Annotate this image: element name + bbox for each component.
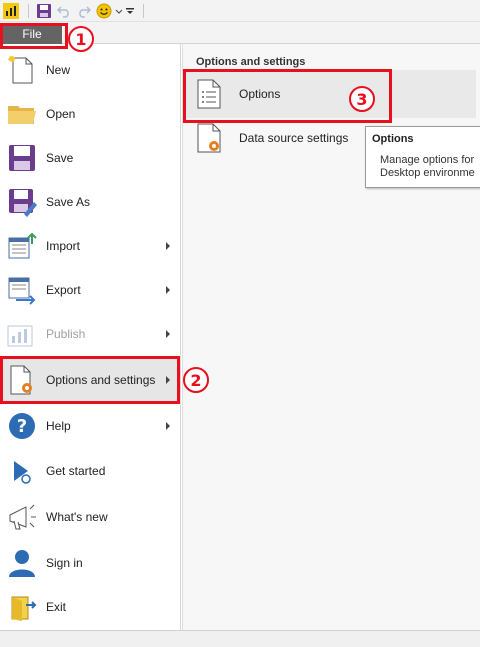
- menu-label-import: Import: [46, 239, 81, 253]
- submenu-arrow-icon: [166, 422, 170, 430]
- save-icon[interactable]: [35, 2, 53, 20]
- submenu-arrow-icon: [166, 330, 170, 338]
- menu-label-export: Export: [46, 283, 81, 297]
- menu-label-save: Save: [46, 151, 74, 165]
- undo-icon[interactable]: [55, 2, 73, 20]
- options-tooltip: Options Manage options for Desktop envir…: [365, 126, 480, 188]
- data-source-settings-icon: [197, 123, 221, 153]
- save-as-icon: [9, 189, 37, 217]
- panel-heading: Options and settings: [196, 56, 306, 68]
- annotation-box-options-and-settings: [0, 356, 180, 404]
- menu-item-new[interactable]: New: [0, 48, 180, 92]
- status-bar: [0, 630, 480, 647]
- menu-item-export[interactable]: Export: [0, 268, 180, 312]
- user-icon: [9, 550, 35, 577]
- menu-item-whats-new[interactable]: What's new: [0, 495, 180, 539]
- annotation-step-3: 3: [349, 86, 375, 112]
- menu-item-get-started[interactable]: Get started: [0, 449, 180, 493]
- redo-icon[interactable]: [75, 2, 93, 20]
- tooltip-title: Options: [372, 133, 414, 145]
- menu-label-exit: Exit: [46, 600, 67, 614]
- svg-text:?: ?: [17, 416, 27, 437]
- menu-label-save-as: Save As: [46, 195, 91, 209]
- menu-item-help[interactable]: ? Help: [0, 404, 180, 448]
- tooltip-line-1: Manage options for: [380, 154, 475, 166]
- megaphone-icon: [9, 504, 36, 530]
- menu-label-sign-in: Sign in: [46, 556, 83, 570]
- menu-label-open: Open: [46, 107, 76, 121]
- annotation-box-file: [0, 23, 68, 49]
- menu-item-import[interactable]: Import: [0, 224, 180, 268]
- tooltip-line-2: Desktop environme: [380, 167, 475, 179]
- get-started-icon: [14, 461, 31, 484]
- menu-item-publish[interactable]: Publish: [0, 312, 180, 356]
- quick-access-toolbar: [0, 0, 480, 22]
- help-icon: ?: [9, 413, 35, 439]
- annotation-step-1: 1: [68, 26, 94, 52]
- import-icon: [8, 232, 37, 259]
- menu-label-help: Help: [46, 419, 71, 433]
- publish-icon: [7, 325, 33, 347]
- menu-item-save-as[interactable]: Save As: [0, 180, 180, 224]
- menu-label-publish: Publish: [46, 327, 86, 341]
- exit-icon: [11, 596, 37, 621]
- toolbar-separator: [28, 3, 29, 18]
- file-menu: New Open Save Save As Import Export Publ…: [0, 44, 181, 630]
- submenu-arrow-icon: [166, 242, 170, 250]
- customize-dropdown-icon[interactable]: [125, 2, 135, 20]
- menu-label-whats-new: What's new: [46, 510, 108, 524]
- panel-label-data-source-settings: Data source settings: [239, 131, 349, 145]
- menu-item-open[interactable]: Open: [0, 92, 180, 136]
- smiley-icon[interactable]: [95, 2, 113, 20]
- power-bi-icon: [2, 2, 20, 20]
- menu-label-get-started: Get started: [46, 464, 106, 478]
- new-file-icon: [8, 56, 33, 84]
- menu-item-save[interactable]: Save: [0, 136, 180, 180]
- menu-item-sign-in[interactable]: Sign in: [0, 541, 180, 585]
- submenu-arrow-icon: [166, 286, 170, 294]
- menu-label-new: New: [46, 63, 71, 77]
- chevron-down-icon[interactable]: [115, 2, 123, 20]
- export-icon: [8, 277, 36, 305]
- annotation-step-2: 2: [183, 367, 209, 393]
- menu-item-exit[interactable]: Exit: [0, 585, 180, 629]
- folder-icon: [8, 106, 36, 124]
- toolbar-separator: [143, 3, 144, 18]
- save-icon: [9, 145, 35, 171]
